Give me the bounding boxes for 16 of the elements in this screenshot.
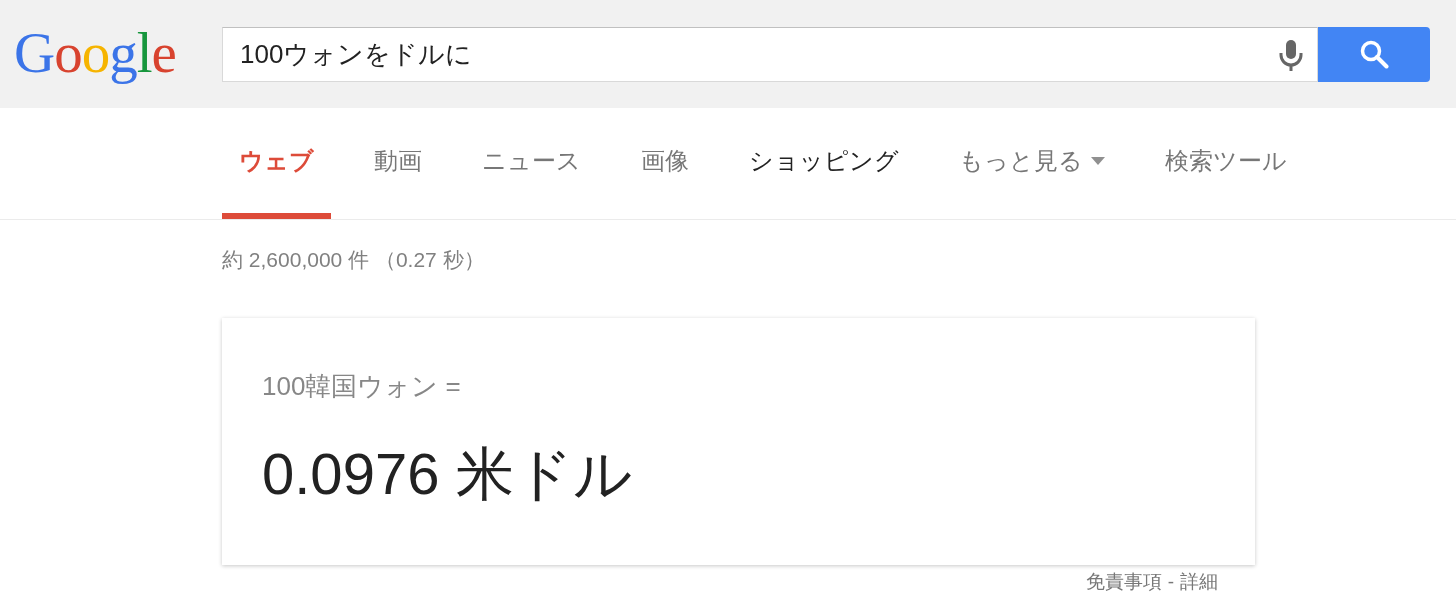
source-amount: 100韓国ウォン = bbox=[262, 370, 461, 402]
nav-tab[interactable]: もっと見る bbox=[942, 108, 1122, 219]
result-stats: 約 2,600,000 件 （0.27 秒） bbox=[222, 247, 485, 273]
search-icon bbox=[1359, 39, 1389, 69]
nav-tab[interactable]: ショッピング bbox=[732, 108, 916, 219]
nav-tab[interactable]: ニュース bbox=[465, 108, 598, 219]
search-field[interactable]: 100ウォンをドルに bbox=[222, 26, 1318, 82]
converted-amount: 0.0976 米ドル bbox=[262, 440, 632, 508]
search-button[interactable] bbox=[1318, 26, 1430, 82]
disclaimer-link[interactable]: 免責事項 bbox=[1085, 569, 1162, 595]
nav-tab[interactable]: 検索ツール bbox=[1148, 108, 1304, 219]
nav-tab[interactable]: ウェブ bbox=[222, 108, 331, 219]
nav-tab[interactable]: 動画 bbox=[357, 108, 439, 219]
details-link[interactable]: 詳細 bbox=[1180, 569, 1218, 595]
separator-text: - bbox=[1167, 570, 1174, 594]
nav-tab[interactable]: 画像 bbox=[624, 108, 706, 219]
